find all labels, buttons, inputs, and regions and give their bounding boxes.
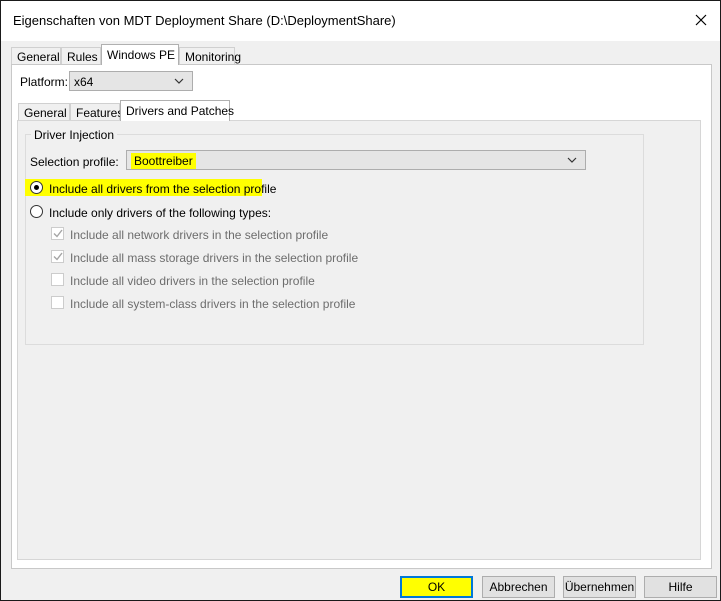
platform-select[interactable]: x64 <box>69 71 193 91</box>
windows-pe-panel: Platform: x64 General Features Drivers a… <box>11 64 712 569</box>
tab-monitoring[interactable]: Monitoring <box>179 47 241 65</box>
close-icon <box>695 14 707 26</box>
checkbox-video-drivers[interactable] <box>51 273 64 286</box>
radio-include-only-label[interactable]: Include only drivers of the following ty… <box>49 206 271 220</box>
checkmark-icon <box>53 252 63 261</box>
apply-button[interactable]: Übernehmen <box>563 576 636 598</box>
subtab-features[interactable]: Features <box>70 103 123 121</box>
checkmark-icon <box>53 229 63 238</box>
checkbox-video-drivers-label: Include all video drivers in the selecti… <box>70 274 315 288</box>
cancel-button[interactable]: Abbrechen <box>482 576 555 598</box>
subtab-drivers-and-patches[interactable]: Drivers and Patches <box>120 100 234 121</box>
tab-general[interactable]: General <box>11 47 61 65</box>
close-button[interactable] <box>688 7 714 33</box>
radio-include-only[interactable] <box>30 205 43 218</box>
checkbox-system-class-drivers-label: Include all system-class drivers in the … <box>70 297 356 311</box>
checkbox-mass-storage-drivers-label: Include all mass storage drivers in the … <box>70 251 359 265</box>
checkbox-mass-storage-drivers[interactable] <box>51 250 64 263</box>
properties-dialog: Eigenschaften von MDT Deployment Share (… <box>0 0 721 601</box>
tab-rules[interactable]: Rules <box>61 47 101 65</box>
driver-injection-label: Driver Injection <box>31 128 118 142</box>
tab-windows-pe[interactable]: Windows PE <box>101 44 179 65</box>
selection-profile-select[interactable]: Boottreiber <box>126 150 586 170</box>
selection-profile-value: Boottreiber <box>131 153 196 169</box>
help-button[interactable]: Hilfe <box>644 576 717 598</box>
subtab-general[interactable]: General <box>18 103 70 121</box>
ok-button[interactable]: OK <box>400 576 473 598</box>
selection-profile-label: Selection profile: <box>30 155 119 169</box>
platform-label: Platform: <box>20 75 69 89</box>
checkbox-system-class-drivers[interactable] <box>51 296 64 309</box>
platform-value: x64 <box>74 75 94 89</box>
checkbox-network-drivers-label: Include all network drivers in the selec… <box>70 228 329 242</box>
checkbox-network-drivers[interactable] <box>51 227 64 240</box>
drivers-and-patches-panel: Driver Injection Selection profile: Boot… <box>17 120 701 560</box>
radio-include-all-label[interactable]: Include all drivers from the selection p… <box>49 182 276 196</box>
radio-include-all[interactable] <box>30 181 43 194</box>
title-bar: Eigenschaften von MDT Deployment Share (… <box>1 1 720 41</box>
chevron-down-icon <box>567 157 577 163</box>
window-title: Eigenschaften von MDT Deployment Share (… <box>13 13 396 28</box>
chevron-down-icon <box>174 78 184 84</box>
